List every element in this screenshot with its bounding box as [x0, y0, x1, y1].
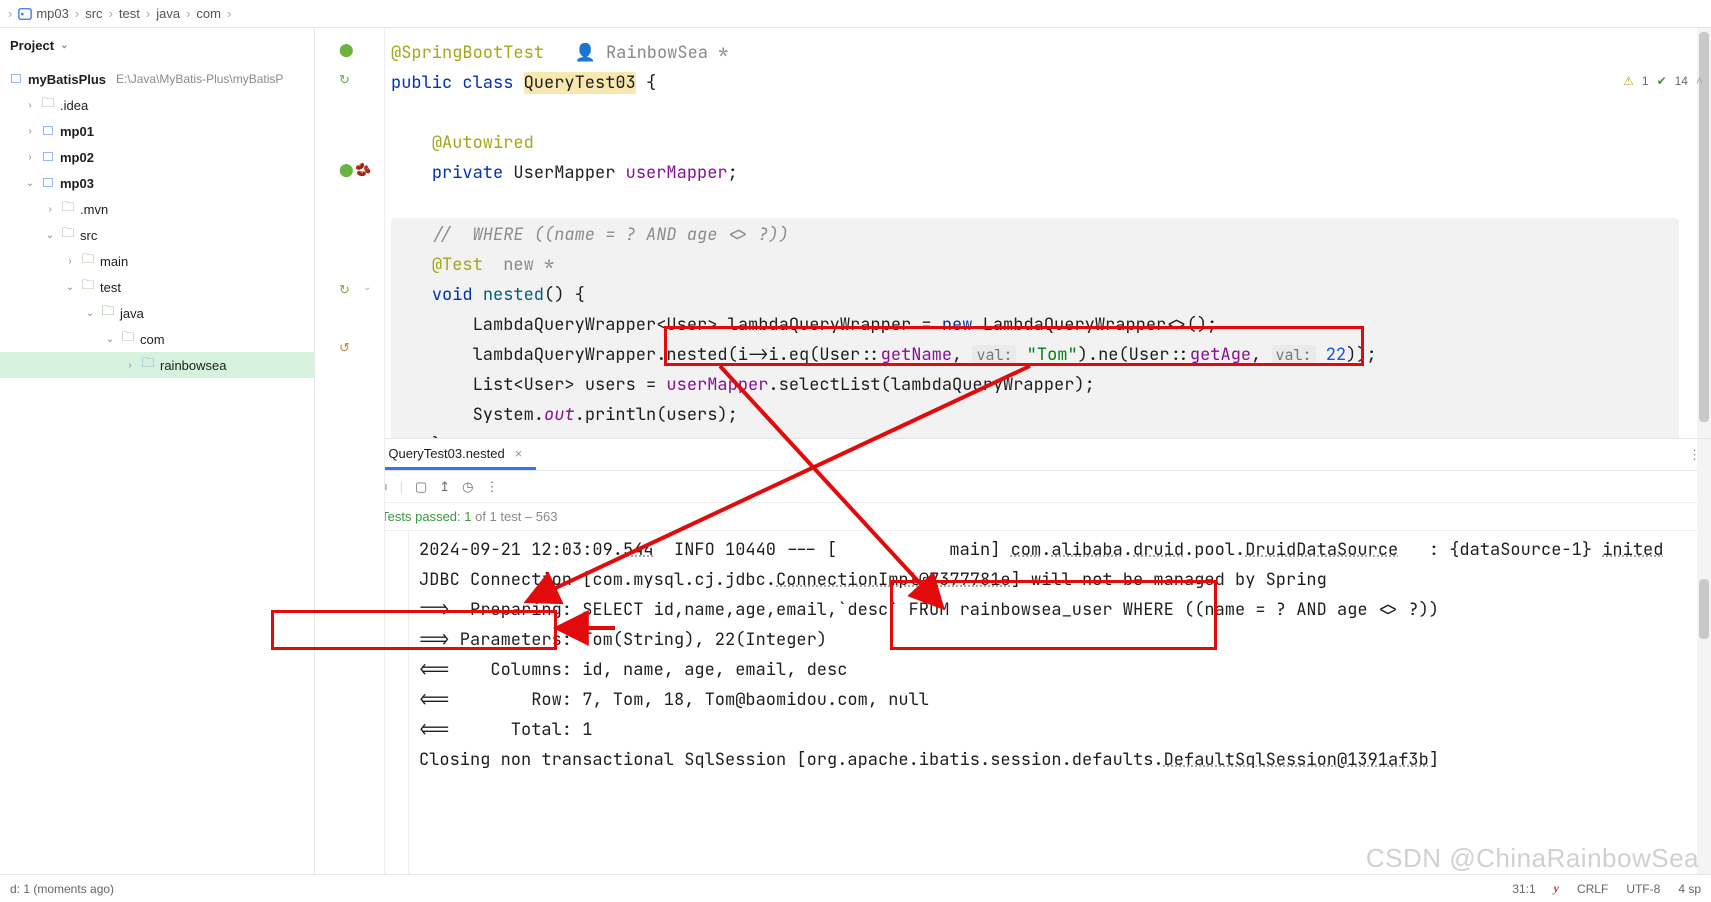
watermark: CSDN @ChinaRainbowSea: [1366, 843, 1699, 874]
chevron-icon: ›: [186, 6, 190, 21]
tree-item-src[interactable]: ⌄🗀src: [0, 222, 314, 248]
console-scrollbar[interactable]: [1697, 531, 1711, 874]
run-toolbar: ↻ ↻✖ ■ | ▢ ↥ ◷ ⋮: [315, 471, 1711, 503]
tree-item-mp02[interactable]: ›🞎mp02: [0, 144, 314, 170]
editor-scrollbar[interactable]: [1697, 28, 1711, 438]
tree-root[interactable]: 🞎 myBatisPlus E:\Java\MyBatis-Plus\myBat…: [0, 66, 314, 92]
file-encoding[interactable]: UTF-8: [1626, 882, 1660, 896]
caret-position[interactable]: 31:1: [1512, 882, 1535, 896]
chevron-up-icon[interactable]: ˄: [1696, 74, 1703, 88]
project-panel-title: Project: [10, 38, 54, 53]
tree-item-java[interactable]: ⌄🗀java: [0, 300, 314, 326]
ide-notification-icon[interactable]: у: [1554, 881, 1559, 896]
chevron-icon: ›: [109, 6, 113, 21]
export-icon[interactable]: ↥: [439, 479, 450, 495]
breadcrumb: › mp03 › src › test › java › com ›: [0, 0, 1711, 28]
chevron-icon: ›: [8, 6, 12, 21]
status-bar: d: 1 (moments ago) 31:1 у CRLF UTF-8 4 s…: [0, 874, 1711, 902]
tree-item-idea[interactable]: ›🗀.idea: [0, 92, 314, 118]
main-area: ⬤ ↻ ⬤ 🫘 ↻ ⌄ ↺ ⚠1 ✔14 ˄ @SpringBootTest 👤…: [315, 28, 1711, 874]
collapse-icon[interactable]: ⌄: [363, 282, 371, 293]
project-tool-window: Project ⌄ 🞎 myBatisPlus E:\Java\MyBatis-…: [0, 28, 315, 874]
bean-dep-icon[interactable]: 🫘: [355, 162, 371, 178]
breadcrumb-item[interactable]: mp03: [18, 6, 69, 21]
test-status-line: ⊘ › ✔ Tests passed: 1 of 1 test – 563: [315, 503, 1711, 531]
person-icon: 👤: [575, 42, 596, 64]
inline-hint: val:: [972, 345, 1016, 365]
tree-item-main[interactable]: ›🗀main: [0, 248, 314, 274]
inline-hint: val:: [1272, 345, 1316, 365]
run-gutter-icon[interactable]: ↻: [339, 72, 350, 88]
run-tool-window: un ✔ QueryTest03.nested × ⋮ ↻ ↻✖ ■ | ▢ ↥…: [315, 438, 1711, 874]
recursive-icon[interactable]: ↺: [339, 340, 350, 356]
chevron-down-icon[interactable]: ⌄: [60, 40, 68, 51]
chevron-icon: ›: [146, 6, 150, 21]
breadcrumb-item[interactable]: test: [119, 6, 140, 21]
project-panel-header[interactable]: Project ⌄: [0, 28, 314, 62]
check-icon: ✔: [1657, 74, 1667, 88]
tree-item-mp01[interactable]: ›🞎mp01: [0, 118, 314, 144]
layout-icon[interactable]: ▢: [415, 479, 427, 495]
run-tab-bar: un ✔ QueryTest03.nested × ⋮: [315, 439, 1711, 471]
indent-setting[interactable]: 4 sp: [1678, 882, 1701, 896]
tree-item-rainbowsea[interactable]: ›🗀rainbowsea: [0, 352, 314, 378]
chevron-icon: ›: [227, 6, 231, 21]
chevron-icon: ›: [75, 6, 79, 21]
breadcrumb-item[interactable]: java: [156, 6, 180, 21]
breadcrumb-item[interactable]: src: [85, 6, 102, 21]
tree-item-mp03[interactable]: ⌄🞎mp03: [0, 170, 314, 196]
line-separator[interactable]: CRLF: [1577, 882, 1608, 896]
bean-icon[interactable]: ⬤: [339, 162, 354, 178]
more-icon[interactable]: ⋮: [486, 479, 499, 495]
close-tab-icon[interactable]: ×: [515, 446, 523, 461]
vcs-status[interactable]: d: 1 (moments ago): [10, 882, 114, 896]
warning-icon: ⚠: [1623, 74, 1634, 88]
console-output[interactable]: 2024-09-21 12:03:09.544 INFO 10440 --- […: [409, 531, 1711, 874]
tree-item-test[interactable]: ⌄🗀test: [0, 274, 314, 300]
spring-icon[interactable]: ⬤: [339, 42, 354, 58]
history-icon[interactable]: ◷: [462, 479, 473, 495]
breadcrumb-item[interactable]: com: [196, 6, 221, 21]
code-inspections[interactable]: ⚠1 ✔14 ˄: [1623, 74, 1703, 88]
project-tree[interactable]: 🞎 myBatisPlus E:\Java\MyBatis-Plus\myBat…: [0, 62, 314, 874]
editor-gutter[interactable]: ⬤ ↻ ⬤ 🫘 ↻ ⌄ ↺: [315, 28, 385, 874]
tree-item-mvn[interactable]: ›🗀.mvn: [0, 196, 314, 222]
tree-item-com[interactable]: ⌄🗀com: [0, 326, 314, 352]
run-test-gutter-icon[interactable]: ↻: [339, 282, 350, 298]
